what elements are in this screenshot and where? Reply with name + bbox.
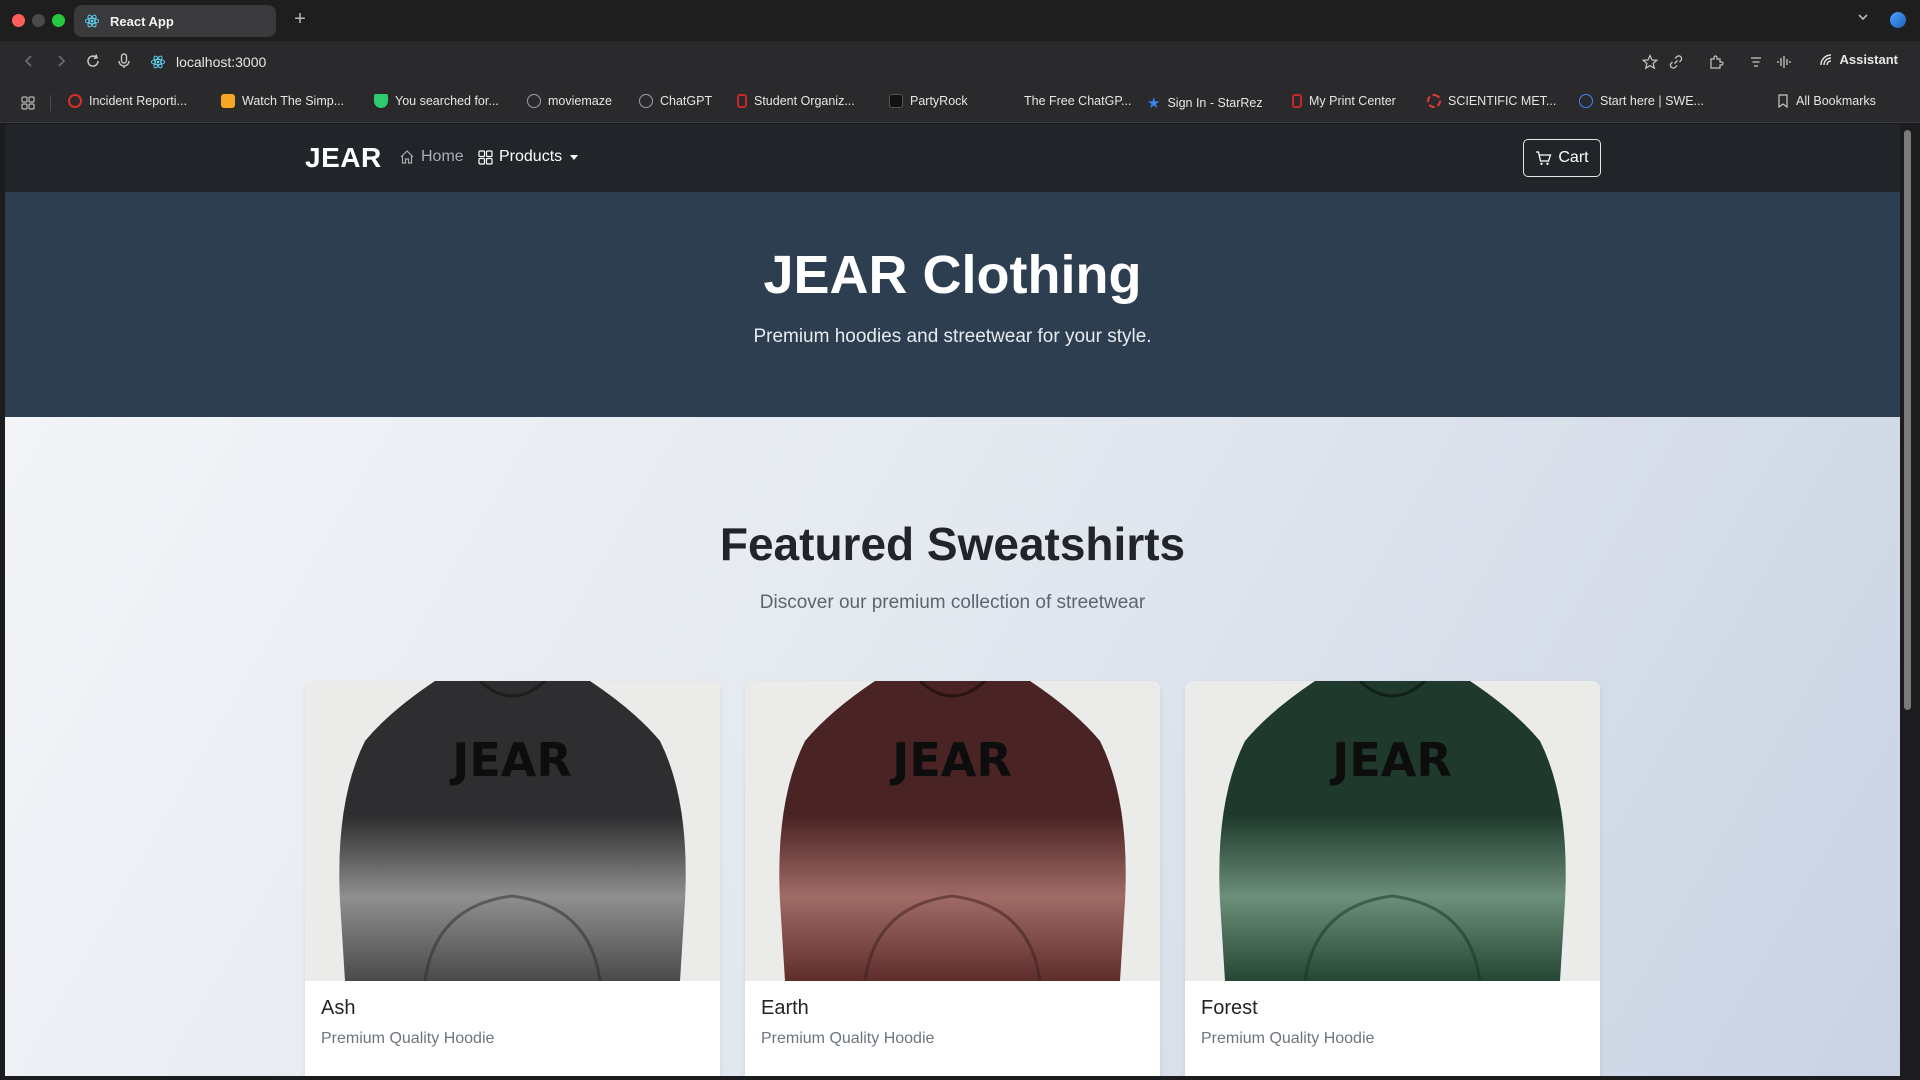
page-viewport: JEAR Home Products Cart JEAR Clothing Pr… bbox=[5, 124, 1900, 1076]
maximize-window-button[interactable] bbox=[52, 14, 65, 27]
site-navbar: JEAR Home Products Cart bbox=[5, 124, 1900, 192]
bookmark-favicon-icon bbox=[1579, 94, 1593, 108]
featured-title: Featured Sweatshirts bbox=[719, 518, 1186, 570]
hero-title: JEAR Clothing bbox=[763, 245, 1142, 305]
reading-list-icon[interactable] bbox=[1748, 50, 1764, 74]
hoodie-image: JEAR bbox=[339, 681, 686, 981]
product-description: Premium Quality Hoodie bbox=[1201, 1030, 1375, 1047]
product-card[interactable]: JEAR Ash Premium Quality Hoodie bbox=[305, 681, 720, 1076]
browser-tab-bar: React App + bbox=[0, 0, 1920, 41]
caret-down-icon bbox=[570, 154, 579, 160]
bookmark-item[interactable]: Watch The Simp... bbox=[221, 94, 344, 108]
assistant-icon bbox=[1820, 53, 1832, 65]
bookmark-favicon-icon bbox=[1292, 94, 1302, 108]
close-window-button[interactable] bbox=[12, 14, 25, 27]
product-image[interactable]: JEAR bbox=[305, 681, 720, 981]
nav-home-link[interactable]: Home bbox=[399, 148, 464, 166]
browser-tab-active[interactable]: React App bbox=[74, 5, 276, 37]
product-description: Premium Quality Hoodie bbox=[761, 1030, 935, 1047]
bookmark-item[interactable]: Incident Reporti... bbox=[68, 94, 187, 108]
bookmark-favicon-icon bbox=[1003, 94, 1017, 108]
svg-text:JEAR: JEAR bbox=[889, 733, 1012, 787]
nav-products-dropdown[interactable]: Products bbox=[478, 148, 579, 166]
grid-icon bbox=[478, 149, 493, 165]
featured-section: Featured Sweatshirts Discover our premiu… bbox=[5, 417, 1900, 1076]
react-icon bbox=[84, 14, 100, 28]
new-tab-button[interactable]: + bbox=[288, 8, 312, 31]
folder-icon bbox=[1778, 94, 1788, 108]
site-react-icon bbox=[150, 55, 166, 69]
svg-text:JEAR: JEAR bbox=[1329, 733, 1452, 787]
bookmark-item[interactable]: PartyRock bbox=[889, 94, 968, 108]
link-icon[interactable] bbox=[1668, 50, 1684, 74]
product-name: Ash bbox=[321, 997, 356, 1019]
scrollbar-thumb[interactable] bbox=[1904, 130, 1911, 710]
featured-subtitle: Discover our premium collection of stree… bbox=[759, 592, 1146, 613]
assistant-button[interactable]: Assistant bbox=[1819, 52, 1898, 67]
bookmark-favicon-icon bbox=[737, 94, 747, 108]
bookmark-favicon-icon bbox=[221, 94, 235, 108]
partyrock-icon bbox=[889, 94, 903, 108]
svg-text:JEAR: JEAR bbox=[449, 733, 572, 787]
audio-wave-icon[interactable] bbox=[1776, 50, 1792, 74]
assistant-label: Assistant bbox=[1839, 52, 1898, 67]
bookmark-item[interactable]: Start here | SWE... bbox=[1579, 94, 1704, 108]
bookmark-favicon-icon bbox=[68, 94, 82, 108]
house-icon bbox=[400, 150, 414, 164]
cart-button[interactable]: Cart bbox=[1523, 139, 1601, 177]
product-card[interactable]: JEAR Forest Premium Quality Hoodie bbox=[1185, 681, 1600, 1076]
bookmarks-bar: Incident Reporti... Watch The Simp... Yo… bbox=[0, 83, 1920, 123]
tab-title: React App bbox=[110, 13, 174, 29]
all-bookmarks-button[interactable]: All Bookmarks bbox=[1777, 94, 1876, 108]
bookmark-item[interactable]: ★ Sign In - StarRez bbox=[1147, 94, 1263, 112]
product-description: Premium Quality Hoodie bbox=[321, 1030, 495, 1047]
back-arrow-icon[interactable] bbox=[18, 50, 40, 72]
address-bar[interactable]: localhost:3000 bbox=[150, 50, 266, 74]
bookmark-item[interactable]: The Free ChatGP... bbox=[1003, 94, 1131, 108]
forward-arrow-icon[interactable] bbox=[50, 50, 72, 72]
product-card[interactable]: JEAR Earth Premium Quality Hoodie bbox=[745, 681, 1160, 1076]
product-image[interactable]: JEAR bbox=[1185, 681, 1600, 981]
bookmark-favicon-icon bbox=[1427, 94, 1441, 108]
bookmark-favicon-icon bbox=[374, 94, 388, 108]
bookmarks-separator bbox=[50, 95, 51, 111]
url-text: localhost:3000 bbox=[176, 54, 267, 70]
bookmark-item[interactable]: SCIENTIFIC MET... bbox=[1427, 94, 1556, 108]
globe-icon bbox=[527, 94, 541, 108]
hero-section: JEAR Clothing Premium hoodies and street… bbox=[5, 192, 1900, 417]
chatgpt-icon bbox=[639, 94, 653, 108]
reload-icon[interactable] bbox=[82, 50, 104, 72]
hoodie-image: JEAR bbox=[779, 681, 1126, 981]
hero-subtitle: Premium hoodies and streetwear for your … bbox=[753, 326, 1152, 347]
product-image[interactable]: JEAR bbox=[745, 681, 1160, 981]
bookmark-item[interactable]: You searched for... bbox=[374, 94, 499, 108]
product-name: Earth bbox=[761, 997, 809, 1019]
extensions-icon[interactable] bbox=[1708, 50, 1724, 74]
bookmark-item[interactable]: Student Organiz... bbox=[737, 94, 855, 108]
page-scrollbar[interactable] bbox=[1900, 124, 1915, 1076]
bookmark-item[interactable]: moviemaze bbox=[527, 94, 612, 108]
browser-toolbar: localhost:3000 Assistant bbox=[0, 41, 1920, 83]
minimize-window-button[interactable] bbox=[32, 14, 45, 27]
profile-icon[interactable] bbox=[1890, 12, 1906, 28]
hoodie-image: JEAR bbox=[1219, 681, 1566, 981]
bookmark-item[interactable]: ChatGPT bbox=[639, 94, 712, 108]
chevron-down-icon[interactable] bbox=[1856, 10, 1870, 24]
apps-grid-icon[interactable] bbox=[21, 96, 35, 110]
star-icon: ★ bbox=[1147, 95, 1161, 112]
bookmark-star-icon[interactable] bbox=[1642, 50, 1658, 74]
brand-logo[interactable]: JEAR bbox=[305, 142, 382, 174]
microphone-icon[interactable] bbox=[113, 50, 135, 72]
cart-icon bbox=[1536, 151, 1552, 165]
bookmark-item[interactable]: My Print Center bbox=[1292, 94, 1396, 108]
product-name: Forest bbox=[1201, 997, 1258, 1019]
